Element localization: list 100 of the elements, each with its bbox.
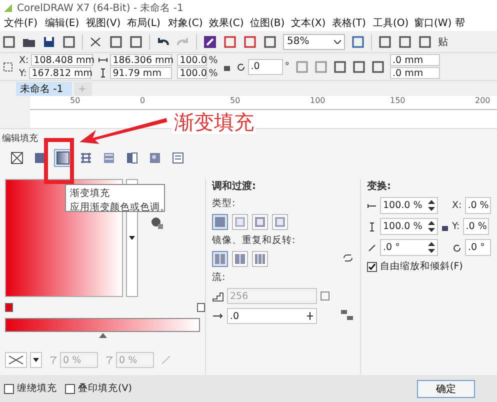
color-swatch[interactable]	[5, 352, 27, 368]
save-icon[interactable]	[42, 34, 56, 48]
flow-label: 流:	[212, 271, 226, 284]
app-logo-icon	[3, 2, 13, 12]
menu-item[interactable]: 工具(O)	[369, 16, 410, 30]
transform-field[interactable]: 100.0 %	[380, 197, 438, 214]
size-field[interactable]: 91.79 mm	[110, 67, 172, 79]
mirror-mode-icon	[254, 253, 266, 265]
dialog-title: 编辑填充	[2, 132, 38, 144]
bitmap-pattern-icon	[102, 151, 116, 165]
uniform-fill-icon	[33, 151, 47, 165]
corner-field[interactable]: .0 mm	[390, 54, 440, 66]
ok-button[interactable]: 确定	[417, 380, 475, 398]
ruler-label: 50	[230, 96, 240, 105]
offset-field[interactable]: .0 %	[464, 197, 491, 214]
position-label: Y:	[19, 68, 27, 78]
offset-field[interactable]: .0 °	[465, 239, 491, 256]
midpoint-slider[interactable]	[98, 333, 106, 338]
rotation-field[interactable]: .0	[248, 58, 283, 74]
mirror-label: 镜像、重复和反转:	[212, 234, 296, 247]
menu-item[interactable]: 视图(V)	[82, 16, 123, 30]
scale-field[interactable]: 100.0	[176, 54, 207, 66]
menu-item[interactable]: 效果(C)	[205, 16, 246, 30]
vector-pattern-icon	[79, 151, 93, 165]
annotation-text: 渐变填充	[172, 110, 256, 134]
mirror-mode-button[interactable]	[232, 251, 248, 267]
menu-item[interactable]: 文本(X)	[287, 16, 328, 30]
scale-field[interactable]: 100.0	[176, 67, 207, 79]
mirror-mode-icon	[234, 253, 246, 265]
spin-arrows-icon	[428, 200, 435, 211]
menu-item[interactable]: 窗口(W)	[410, 16, 451, 30]
steps-icon	[212, 290, 224, 302]
percent-label: %	[208, 54, 218, 66]
highlight-frame	[44, 138, 74, 184]
zoom-select[interactable]: 58%	[283, 34, 345, 50]
ruler-label: 150	[390, 96, 406, 105]
mirror-mode-icon	[214, 253, 226, 265]
transform-field[interactable]: 100.0 %	[380, 218, 438, 235]
rotate-icon	[236, 62, 246, 72]
elliptical-gradient-icon	[234, 216, 246, 228]
start-color-node[interactable]	[5, 303, 13, 312]
fill-type-button[interactable]	[8, 149, 26, 167]
spin-icon	[306, 312, 314, 320]
smooth-blend-icon	[340, 308, 354, 320]
ruler-label: 200	[475, 96, 490, 105]
gradient-type-button[interactable]	[212, 214, 228, 230]
transparency-icon	[48, 355, 58, 365]
offset-label: X:	[452, 200, 462, 211]
corner-field[interactable]: .0 mm	[390, 67, 440, 79]
percent-label: %	[208, 68, 218, 78]
offset-field[interactable]: .0 %	[462, 218, 489, 235]
rotate-icon	[452, 242, 462, 252]
dropdown-arrow-icon	[129, 236, 135, 240]
position-field[interactable]: 108.408 mm	[30, 54, 93, 66]
position-field[interactable]: 167.812 mm	[28, 67, 91, 79]
dropdown-button[interactable]	[30, 352, 42, 368]
free-scale-checkbox[interactable]: 自由缩放和倾斜(F)	[367, 260, 491, 273]
offset-label: Y:	[452, 221, 460, 232]
menu-item[interactable]: 表格(T)	[328, 16, 369, 30]
mirror-mode-button[interactable]	[212, 251, 228, 267]
width-icon	[98, 55, 108, 65]
gradient-type-button[interactable]	[252, 214, 268, 230]
menu-item[interactable]: 位图(B)	[246, 16, 287, 30]
spin-arrows-icon	[428, 242, 435, 253]
ruler-label: 50	[70, 96, 80, 105]
toolbar-label: 贴	[438, 36, 448, 48]
dropdown-arrow-icon	[33, 358, 39, 362]
rectangular-gradient-icon	[274, 216, 286, 228]
loop-icon	[342, 252, 354, 262]
document-tab[interactable]: 未命名 -1	[16, 82, 72, 96]
end-color-node[interactable]	[197, 303, 205, 312]
size-field[interactable]: 186.306 mm	[110, 54, 172, 66]
scissors-icon[interactable]	[89, 34, 103, 48]
menu-item[interactable]: 对象(C)	[164, 16, 205, 30]
ruler-label: 0	[140, 96, 146, 105]
menu-item[interactable]: 帮	[451, 16, 492, 30]
position-label: X:	[19, 54, 29, 66]
color-picker-icon	[151, 217, 163, 229]
linear-gradient-icon	[214, 216, 226, 228]
option-checkbox[interactable]: 缠绕填充	[4, 382, 57, 395]
resize-handle-icon	[160, 354, 172, 366]
no-fill-icon	[10, 151, 24, 165]
transform-field[interactable]: .0 °	[380, 239, 438, 256]
menu-item[interactable]: 编辑(E)	[41, 16, 82, 30]
object-origin-icon	[2, 60, 14, 72]
degree-label: °	[284, 61, 290, 72]
tooltip-title: 渐变填充	[70, 187, 111, 200]
no-color-icon	[8, 355, 24, 365]
node-position-icon	[104, 355, 114, 365]
app-launcher-icon[interactable]	[203, 34, 217, 48]
menu-item[interactable]: 布局(L)	[123, 16, 164, 30]
section-heading: 调和过渡:	[212, 179, 257, 193]
type-label: 类型:	[212, 197, 236, 210]
height-icon	[367, 222, 377, 232]
ruler-label: 100	[310, 96, 326, 105]
mirror-mode-button[interactable]	[252, 251, 268, 267]
option-checkbox[interactable]: 叠印填充(V)	[65, 382, 132, 395]
gradient-fill-icon	[56, 151, 70, 165]
menu-item[interactable]: 文件(F)	[0, 16, 41, 30]
acceleration-field[interactable]: .0	[227, 308, 317, 324]
